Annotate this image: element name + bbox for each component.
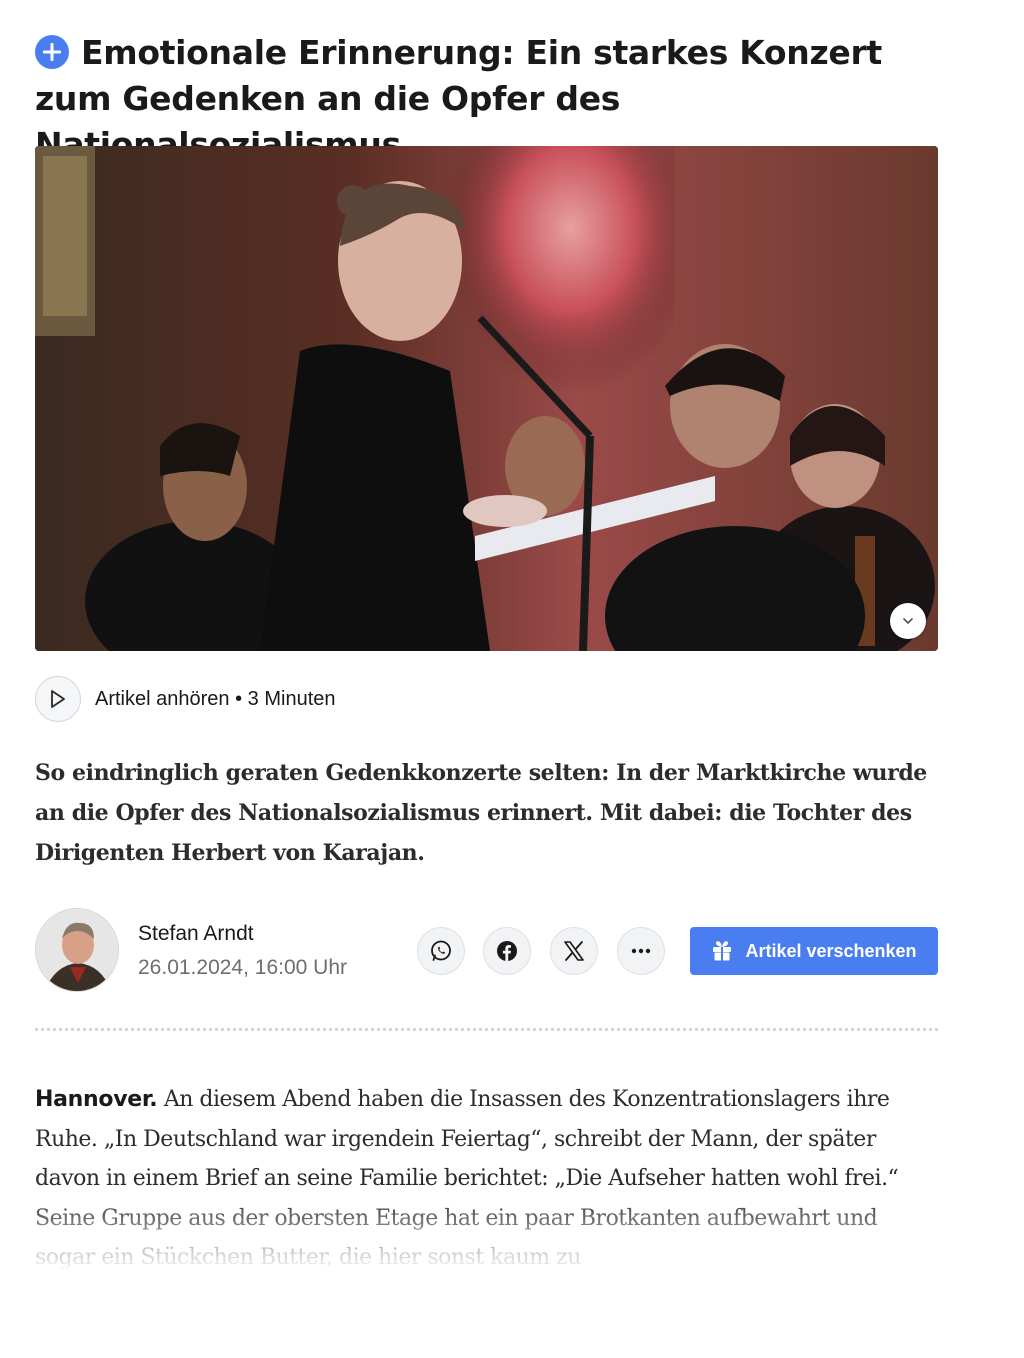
gift-article-button[interactable]: Artikel verschenken <box>690 927 938 975</box>
audio-duration: 3 Minuten <box>247 687 336 710</box>
chevron-down-icon[interactable] <box>890 603 926 639</box>
audio-title: Artikel anhören <box>95 687 230 710</box>
more-icon[interactable] <box>617 927 665 975</box>
plus-icon <box>35 35 69 69</box>
article-lead: So eindringlich geraten Gedenkkonzerte s… <box>35 760 927 866</box>
audio-player[interactable]: Artikel anhören • 3 Minuten <box>35 675 336 723</box>
hero-image[interactable] <box>35 146 938 651</box>
gift-label: Artikel verschenken <box>745 940 917 961</box>
facebook-icon[interactable] <box>483 927 531 975</box>
whatsapp-icon[interactable] <box>417 927 465 975</box>
play-icon[interactable] <box>35 676 81 722</box>
paywall-fade <box>10 1196 960 1274</box>
avatar[interactable] <box>35 908 119 992</box>
x-icon[interactable] <box>550 927 598 975</box>
gift-icon <box>713 941 732 961</box>
audio-separator: • <box>235 687 243 710</box>
headline-text: Emotionale Erinnerung: Ein starkes Konze… <box>35 33 882 164</box>
audio-label[interactable]: Artikel anhören • 3 Minuten <box>95 688 336 711</box>
hero-photo <box>35 146 938 651</box>
author-name[interactable]: Stefan Arndt <box>138 922 254 946</box>
dateline: Hannover. <box>35 1087 158 1112</box>
publish-date: 26.01.2024, 16:00 Uhr <box>138 956 347 979</box>
author-row: Stefan Arndt 26.01.2024, 16:00 Uhr Artik… <box>35 908 938 994</box>
divider <box>35 1028 938 1031</box>
